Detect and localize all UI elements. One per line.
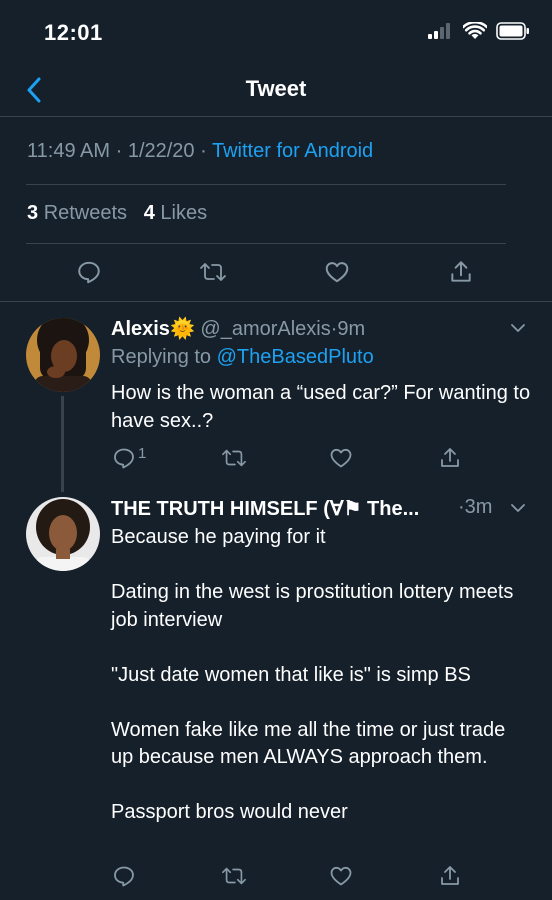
share-button[interactable] — [447, 258, 475, 286]
retweet-icon — [222, 867, 246, 885]
reply2-time: ·3m — [458, 496, 492, 519]
tweet-age: 9m — [337, 318, 366, 340]
chevron-down-icon[interactable] — [508, 498, 528, 518]
heart-icon — [330, 866, 352, 886]
divider — [0, 116, 552, 117]
reply2-text: Because he paying for it Dating in the w… — [111, 524, 531, 827]
share-button[interactable] — [436, 444, 464, 472]
reply1-header: Alexis🌞 @_amorAlexis·9m — [111, 316, 365, 341]
tweet-paragraph: Dating in the west is prostitution lotte… — [111, 581, 514, 631]
separator-dot: · — [458, 496, 465, 518]
tweet-meta: 11:49 AM · 1/22/20 · Twitter for Android — [27, 140, 373, 163]
tweet-paragraph: Because he paying for it — [111, 526, 326, 548]
like-button[interactable] — [327, 862, 355, 890]
separator-dot: · — [115, 140, 123, 162]
share-icon — [441, 448, 459, 467]
reply-icon — [114, 866, 134, 887]
retweet-icon — [200, 263, 226, 281]
sun-emoji: 🌞 — [169, 318, 195, 340]
tweet-age: 3m — [464, 496, 493, 518]
avatar[interactable] — [26, 497, 100, 571]
retweets-count: 3 — [27, 202, 39, 224]
tweet-time: 11:49 AM — [27, 140, 111, 162]
likes-label: Likes — [160, 202, 208, 224]
reply-icon — [78, 261, 100, 284]
likes-count: 4 — [143, 202, 155, 224]
tweet-stats: 3 Retweets 4 Likes — [27, 202, 207, 225]
author-name[interactable]: THE TRUTH HIMSELF (∀⚑ The... — [111, 498, 419, 520]
tweet-action-bar — [0, 252, 552, 292]
tweet-source-link[interactable]: Twitter for Android — [212, 140, 373, 162]
reply-icon — [114, 448, 134, 469]
wifi-icon — [463, 22, 487, 39]
divider — [26, 184, 506, 185]
reply-button[interactable] — [110, 862, 138, 890]
avatar-image — [26, 497, 100, 571]
divider — [26, 243, 506, 244]
tweet-date: 1/22/20 — [127, 140, 195, 162]
reply-button[interactable] — [75, 258, 103, 286]
heart-icon — [325, 262, 349, 283]
status-icons — [428, 22, 530, 40]
battery-icon — [496, 22, 529, 40]
cellular-signal-icon — [428, 23, 450, 39]
like-button[interactable] — [327, 444, 355, 472]
reply1-action-bar: 1 — [0, 438, 552, 478]
avatar[interactable] — [26, 318, 100, 392]
retweet-button[interactable] — [220, 862, 248, 890]
reply-button[interactable] — [110, 444, 138, 472]
retweet-button[interactable] — [199, 258, 227, 286]
share-button[interactable] — [436, 862, 464, 890]
status-bar: 12:01 — [0, 0, 552, 64]
tweet-paragraph: Passport bros would never — [111, 801, 348, 823]
like-button[interactable] — [323, 258, 351, 286]
likes-stat[interactable]: 4 Likes — [144, 202, 207, 224]
nav-bar: Tweet — [0, 64, 552, 116]
replying-to-line: Replying to @TheBasedPluto — [111, 346, 374, 369]
status-time: 12:01 — [44, 20, 103, 45]
reply-count: 1 — [138, 445, 147, 462]
tweet-paragraph: "Just date women that like is" is simp B… — [111, 663, 471, 686]
share-icon — [451, 261, 471, 282]
heart-icon — [330, 448, 352, 468]
retweet-button[interactable] — [220, 444, 248, 472]
replying-to-handle[interactable]: @TheBasedPluto — [217, 346, 374, 368]
retweets-label: Retweets — [43, 202, 128, 224]
author-name[interactable]: Alexis — [111, 318, 170, 340]
page-title: Tweet — [245, 76, 307, 101]
retweet-icon — [222, 449, 246, 467]
chevron-down-icon[interactable] — [508, 318, 528, 338]
divider — [0, 301, 552, 302]
reply1-text: How is the woman a “used car?” For wanti… — [111, 382, 531, 432]
author-handle[interactable]: @_amorAlexis — [200, 318, 330, 340]
share-icon — [441, 866, 459, 885]
tweet-paragraph: Women fake like me all the time or just … — [111, 718, 506, 769]
retweets-stat[interactable]: 3 Retweets — [27, 202, 127, 224]
reply2-action-bar — [0, 856, 552, 896]
reply2-header: THE TRUTH HIMSELF (∀⚑ The... — [111, 496, 501, 521]
separator-dot: · — [200, 140, 207, 162]
replying-to-prefix: Replying to — [111, 346, 212, 368]
avatar-image — [26, 318, 100, 392]
